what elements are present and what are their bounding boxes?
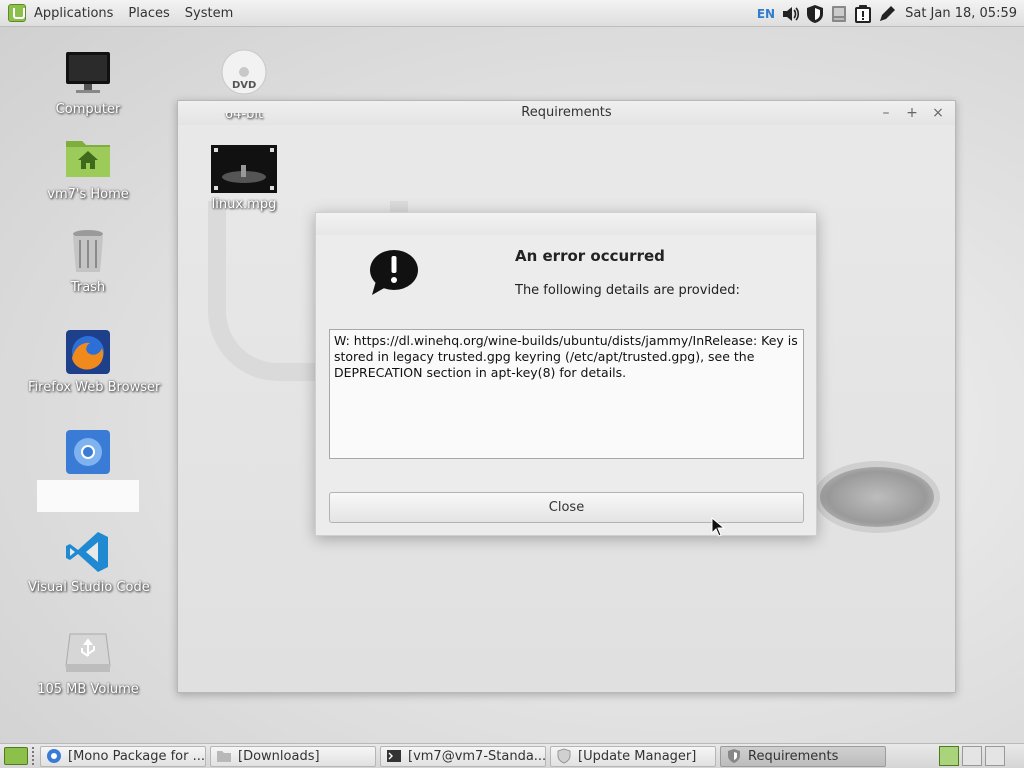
taskbar-item-terminal[interactable]: [vm7@vm7-Standa... xyxy=(380,745,546,767)
minimize-button[interactable]: – xyxy=(879,101,893,125)
desktop-icon-video[interactable]: linux.mpg xyxy=(184,145,304,212)
show-desktop-button[interactable] xyxy=(4,747,28,765)
desktop-icon-dvd[interactable]: DVD xyxy=(184,48,304,100)
system-tray: EN Sat Jan 18, 05:59 xyxy=(757,0,1024,27)
video-file-icon xyxy=(211,145,277,193)
window-controls: – + × xyxy=(879,101,945,125)
clock[interactable]: Sat Jan 18, 05:59 xyxy=(905,6,1017,21)
shield-icon xyxy=(728,749,740,763)
error-subtitle: The following details are provided: xyxy=(515,283,740,298)
taskbar-item-label: [Update Manager] xyxy=(578,748,697,764)
background-emblem xyxy=(814,461,940,533)
update-manager-icon xyxy=(557,748,571,764)
taskbar-item-downloads[interactable]: [Downloads] xyxy=(210,745,376,767)
panel-separator xyxy=(32,747,36,765)
close-window-button[interactable]: × xyxy=(931,101,945,125)
desktop-icon-vscode[interactable]: Visual Studio Code xyxy=(28,528,150,595)
volume-icon[interactable] xyxy=(780,3,802,25)
terminal-icon xyxy=(387,750,401,762)
taskbar-item-mono-package[interactable]: [Mono Package for ... xyxy=(40,745,206,767)
pen-icon[interactable] xyxy=(876,3,898,25)
desktop-icon-trash[interactable]: Trash xyxy=(28,228,148,295)
computer-icon xyxy=(64,50,112,98)
desktop-icon-label: 64-bit xyxy=(224,113,264,122)
dialog-titlebar[interactable] xyxy=(316,213,816,235)
taskbar-item-update-manager[interactable]: [Update Manager] xyxy=(550,745,716,767)
shield-icon[interactable] xyxy=(804,3,826,25)
error-speech-bubble-icon xyxy=(368,249,420,297)
desktop-icon-label: 105 MB Volume xyxy=(37,682,139,697)
svg-text:DVD: DVD xyxy=(232,80,256,91)
desktop-icon-chromium[interactable] xyxy=(28,428,148,512)
desktop-icon-label-highlight xyxy=(37,480,139,512)
desktop-icon-label: Computer xyxy=(55,102,121,117)
desktop-icon-label: Visual Studio Code xyxy=(28,580,150,595)
dvd-icon: DVD xyxy=(220,48,268,96)
taskbar-item-label: [Mono Package for ... xyxy=(68,748,205,764)
desktop-icon-label: linux.mpg xyxy=(211,197,277,212)
taskbar-item-label: [vm7@vm7-Standa... xyxy=(408,748,546,764)
error-details-text[interactable]: W: https://dl.winehq.org/wine-builds/ubu… xyxy=(329,329,804,459)
bottom-panel: [Mono Package for ... [Downloads] [vm7@v… xyxy=(0,743,1024,768)
desktop-icon-dvd-label[interactable]: 64-bit xyxy=(184,113,304,127)
workspace-3[interactable] xyxy=(985,746,1005,766)
desktop-icon-label: Trash xyxy=(70,280,106,295)
taskbar-item-label: [Downloads] xyxy=(238,748,320,764)
desktop-icon-label: Firefox Web Browser xyxy=(28,380,161,395)
close-button[interactable]: Close xyxy=(329,492,804,523)
taskbar-item-label: Requirements xyxy=(748,748,839,764)
firefox-icon xyxy=(64,328,112,376)
desktop-icon-label: vm7's Home xyxy=(47,187,129,202)
error-dialog: An error occurred The following details … xyxy=(315,212,817,536)
error-title: An error occurred xyxy=(515,247,665,265)
menu-places[interactable]: Places xyxy=(128,6,169,21)
desktop-icon-firefox[interactable]: Firefox Web Browser xyxy=(28,328,161,395)
maximize-button[interactable]: + xyxy=(905,101,919,125)
usb-drive-icon xyxy=(64,630,112,678)
network-icon[interactable] xyxy=(828,3,850,25)
top-panel: Applications Places System EN Sat Jan 18… xyxy=(0,0,1024,27)
menu-applications[interactable]: Applications xyxy=(34,6,113,21)
mouse-pointer-icon xyxy=(711,516,726,537)
workspace-1[interactable] xyxy=(939,746,959,766)
chromium-icon xyxy=(47,749,61,763)
keyboard-layout-indicator[interactable]: EN xyxy=(757,7,775,21)
home-folder-icon xyxy=(64,135,112,183)
mint-menu-icon[interactable] xyxy=(8,4,26,22)
vscode-icon xyxy=(64,528,112,576)
taskbar-item-requirements[interactable]: Requirements xyxy=(720,745,886,767)
chromium-icon xyxy=(64,428,112,476)
desktop-icon-volume[interactable]: 105 MB Volume xyxy=(28,630,148,697)
desktop-icon-home[interactable]: vm7's Home xyxy=(28,135,148,202)
folder-icon xyxy=(217,751,231,762)
desktop-icon-computer[interactable]: Computer xyxy=(28,50,148,117)
trash-icon xyxy=(64,228,112,276)
clipboard-alert-icon[interactable] xyxy=(852,3,874,25)
workspace-2[interactable] xyxy=(962,746,982,766)
window-title: Requirements xyxy=(521,105,612,120)
menu-system[interactable]: System xyxy=(185,6,233,21)
